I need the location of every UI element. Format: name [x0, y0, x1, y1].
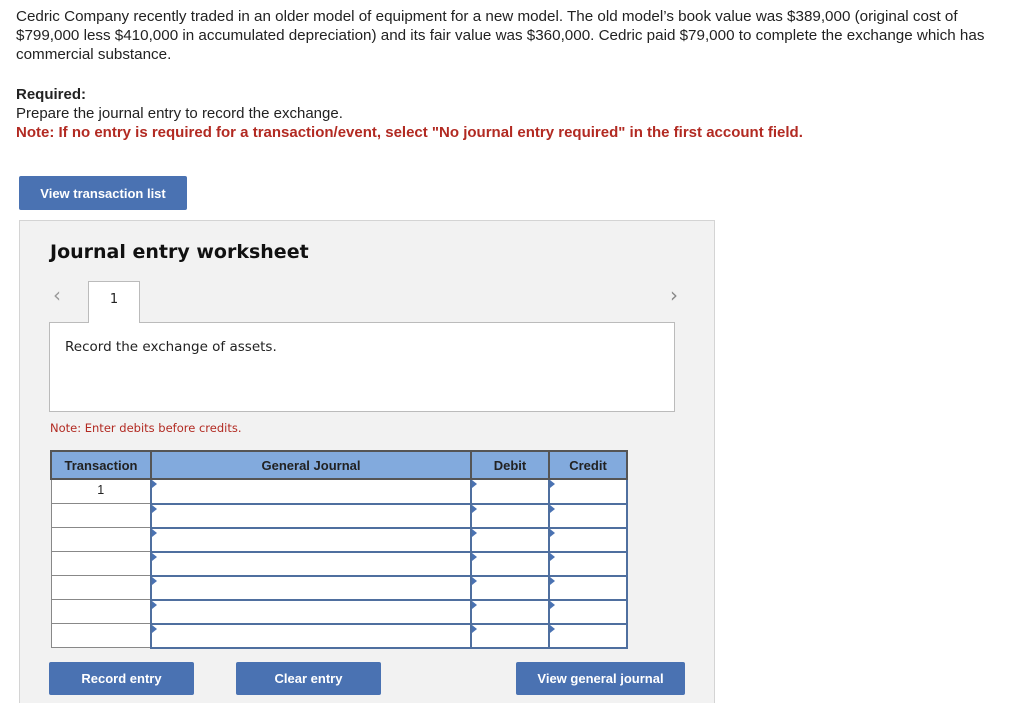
chevron-left-icon[interactable]: ‹	[53, 283, 61, 307]
account-field[interactable]	[150, 502, 472, 529]
required-instruction: Prepare the journal entry to record the …	[16, 105, 343, 122]
dropdown-marker-icon	[152, 504, 157, 513]
credit-field[interactable]	[548, 574, 628, 601]
table-row	[50, 502, 628, 529]
view-general-journal-button[interactable]: View general journal	[516, 662, 685, 695]
dropdown-marker-icon	[152, 576, 157, 585]
required-section: Required: Prepare the journal entry to r…	[16, 85, 803, 142]
dropdown-marker-icon	[152, 552, 157, 561]
dropdown-marker-icon	[152, 528, 157, 537]
debit-field[interactable]	[470, 574, 550, 601]
journal-entry-worksheet: Journal entry worksheet ‹ 1 › Record the…	[19, 220, 715, 703]
account-field[interactable]	[150, 622, 472, 649]
dropdown-marker-icon	[472, 480, 477, 488]
dropdown-marker-icon	[472, 600, 477, 609]
record-entry-button[interactable]: Record entry	[49, 662, 194, 695]
dropdown-marker-icon	[472, 552, 477, 561]
debit-field[interactable]	[470, 478, 550, 505]
dropdown-marker-icon	[472, 576, 477, 585]
debit-field[interactable]	[470, 550, 550, 577]
dropdown-marker-icon	[550, 576, 555, 585]
transaction-cell	[50, 575, 152, 600]
credit-field[interactable]	[548, 478, 628, 505]
dropdown-marker-icon	[152, 600, 157, 609]
credit-field[interactable]	[548, 502, 628, 529]
transaction-cell	[50, 599, 152, 624]
table-header-row: Transaction General Journal Debit Credit	[50, 450, 628, 480]
table-row	[50, 622, 628, 649]
table-row: 1	[50, 478, 628, 505]
debit-field[interactable]	[470, 622, 550, 649]
account-field[interactable]	[150, 478, 472, 505]
transaction-cell	[50, 503, 152, 528]
header-credit: Credit	[548, 450, 628, 480]
account-field[interactable]	[150, 550, 472, 577]
debit-field[interactable]	[470, 502, 550, 529]
table-row	[50, 526, 628, 553]
dropdown-marker-icon	[472, 528, 477, 537]
credit-field[interactable]	[548, 622, 628, 649]
dropdown-marker-icon	[472, 624, 477, 633]
transaction-cell	[50, 527, 152, 552]
debit-field[interactable]	[470, 598, 550, 625]
clear-entry-button[interactable]: Clear entry	[236, 662, 381, 695]
dropdown-marker-icon	[550, 600, 555, 609]
table-row	[50, 598, 628, 625]
problem-statement: Cedric Company recently traded in an old…	[16, 8, 985, 63]
dropdown-marker-icon	[550, 528, 555, 537]
credit-field[interactable]	[548, 598, 628, 625]
tab-1[interactable]: 1	[88, 281, 140, 323]
entry-description: Record the exchange of assets.	[49, 322, 675, 412]
table-row	[50, 574, 628, 601]
header-debit: Debit	[470, 450, 550, 480]
account-field[interactable]	[150, 574, 472, 601]
required-note: Note: If no entry is required for a tran…	[16, 124, 803, 141]
chevron-right-icon[interactable]: ›	[670, 283, 678, 307]
dropdown-marker-icon	[550, 624, 555, 633]
transaction-cell	[50, 551, 152, 576]
required-heading: Required:	[16, 86, 87, 103]
credit-field[interactable]	[548, 550, 628, 577]
table-row	[50, 550, 628, 577]
dropdown-marker-icon	[550, 504, 555, 513]
debits-note: Note: Enter debits before credits.	[50, 421, 242, 435]
dropdown-marker-icon	[152, 480, 157, 488]
account-field[interactable]	[150, 526, 472, 553]
transaction-cell	[50, 623, 152, 648]
worksheet-title: Journal entry worksheet	[50, 241, 309, 263]
view-transaction-list-button[interactable]: View transaction list	[19, 176, 187, 210]
transaction-cell: 1	[50, 478, 152, 504]
dropdown-marker-icon	[550, 552, 555, 561]
dropdown-marker-icon	[472, 504, 477, 513]
header-transaction: Transaction	[50, 450, 152, 480]
dropdown-marker-icon	[550, 480, 555, 488]
credit-field[interactable]	[548, 526, 628, 553]
dropdown-marker-icon	[152, 624, 157, 633]
account-field[interactable]	[150, 598, 472, 625]
header-general-journal: General Journal	[150, 450, 472, 480]
journal-table: Transaction General Journal Debit Credit…	[50, 450, 628, 649]
debit-field[interactable]	[470, 526, 550, 553]
